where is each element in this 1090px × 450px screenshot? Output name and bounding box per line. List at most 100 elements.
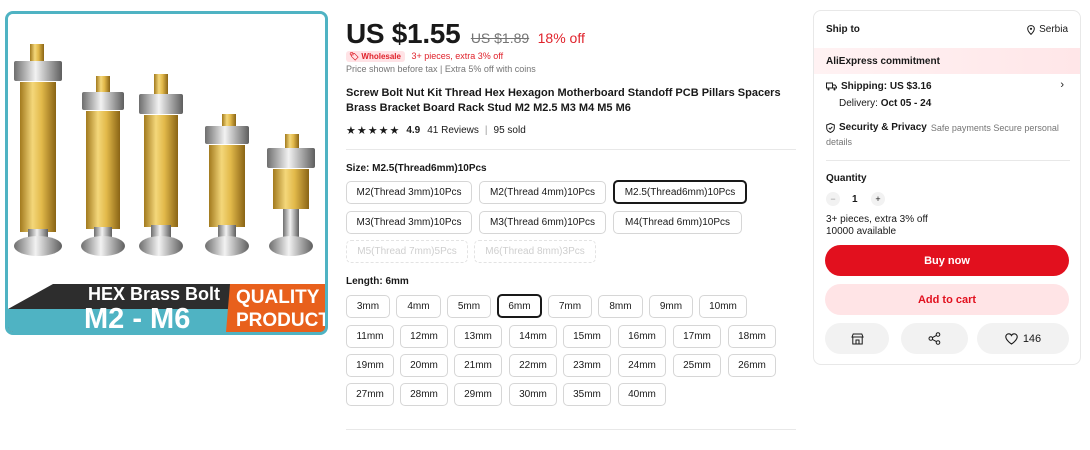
size-option[interactable]: M3(Thread 3mm)10Pcs: [346, 211, 472, 234]
length-option[interactable]: 30mm: [509, 383, 557, 406]
wishlist-count: 146: [1022, 332, 1042, 345]
length-option[interactable]: 17mm: [673, 325, 721, 348]
length-option[interactable]: 18mm: [728, 325, 776, 348]
length-option[interactable]: 22mm: [509, 354, 557, 377]
divider: [346, 149, 796, 150]
banner-line2: M2 - M6: [84, 303, 191, 335]
security-details: details: [826, 137, 853, 147]
purchase-panel: Ship to Serbia AliExpress commitment Shi…: [813, 10, 1081, 365]
tax-note: Price shown before tax | Extra 5% off wi…: [346, 64, 536, 74]
size-label: Size: M2.5(Thread6mm)10Pcs: [346, 163, 487, 174]
length-label: Length: 6mm: [346, 276, 409, 287]
length-option[interactable]: 12mm: [400, 325, 448, 348]
price-row: US $1.55 US $1.89 18% off: [346, 18, 585, 50]
length-option[interactable]: 16mm: [618, 325, 666, 348]
discount-percent: 18% off: [537, 30, 585, 46]
length-option[interactable]: 9mm: [649, 295, 693, 318]
banner-line1: HEX Brass Bolt: [88, 284, 221, 304]
length-option[interactable]: 4mm: [396, 295, 441, 318]
reviews-link[interactable]: 41 Reviews: [427, 125, 479, 136]
length-option[interactable]: 27mm: [346, 383, 394, 406]
size-option[interactable]: M3(Thread 6mm)10Pcs: [479, 211, 606, 234]
quantity-discount-note: 3+ pieces, extra 3% off: [826, 214, 928, 225]
rating-separator: |: [484, 125, 488, 136]
store-button[interactable]: [825, 323, 889, 354]
original-price: US $1.89: [470, 30, 530, 46]
ship-to-country[interactable]: Serbia: [1027, 24, 1068, 35]
length-option[interactable]: 8mm: [598, 295, 643, 318]
size-label-text: Size:: [346, 163, 370, 174]
truck-icon: [826, 82, 837, 91]
buy-now-button[interactable]: Buy now: [825, 245, 1069, 276]
delivery-label: Delivery:: [839, 98, 878, 109]
size-option[interactable]: M2(Thread 4mm)10Pcs: [479, 181, 606, 204]
length-option[interactable]: 21mm: [454, 354, 502, 377]
quantity-value[interactable]: 1: [852, 194, 858, 205]
length-option[interactable]: 24mm: [618, 354, 666, 377]
length-option[interactable]: 35mm: [563, 383, 611, 406]
quantity-label: Quantity: [826, 173, 867, 184]
size-option[interactable]: M2(Thread 3mm)10Pcs: [346, 181, 472, 204]
shipping-cost: Shipping: US $3.16: [841, 81, 932, 92]
product-title: Screw Bolt Nut Kit Thread Hex Hexagon Mo…: [346, 87, 781, 114]
star-icons: ★★★★★: [346, 125, 401, 137]
length-option[interactable]: 28mm: [400, 383, 448, 406]
wholesale-badge-label: Wholesale: [361, 52, 401, 61]
length-option[interactable]: 10mm: [699, 295, 747, 318]
size-option[interactable]: M4(Thread 6mm)10Pcs: [613, 211, 742, 234]
length-option[interactable]: 7mm: [548, 295, 592, 318]
location-pin-icon: [1027, 24, 1035, 35]
length-option[interactable]: 19mm: [346, 354, 394, 377]
length-option[interactable]: 20mm: [400, 354, 448, 377]
shipping-row[interactable]: Shipping: US $3.16: [826, 81, 932, 92]
wholesale-text: 3+ pieces, extra 3% off: [411, 51, 504, 61]
sold-count: 95 sold: [493, 125, 526, 136]
quantity-decrease-button[interactable]: −: [826, 192, 840, 206]
tag-icon: 🏷: [349, 52, 360, 61]
length-option[interactable]: 5mm: [447, 295, 491, 318]
quality-line2: PRODUCT: [236, 310, 328, 331]
quantity-available: 10000 available: [826, 226, 897, 237]
size-option-disabled[interactable]: M6(Thread 8mm)3Pcs: [474, 240, 596, 263]
store-icon: [850, 333, 864, 344]
length-option[interactable]: 15mm: [563, 325, 611, 348]
divider: [826, 160, 1070, 161]
size-option-selected[interactable]: M2.5(Thread6mm)10Pcs: [613, 180, 747, 204]
security-title: Security & Privacy: [839, 122, 927, 133]
ship-to-label: Ship to: [826, 24, 860, 35]
rating-row: ★★★★★ 4.9 41 Reviews | 95 sold: [346, 124, 526, 137]
product-image[interactable]: HEX Brass Bolt M2 - M6 QUALITY PRODUCT: [5, 11, 328, 335]
delivery-row: Delivery: Oct 05 - 24: [839, 98, 931, 109]
share-icon: [928, 332, 941, 345]
shield-icon: [826, 122, 835, 133]
current-price: US $1.55: [346, 18, 461, 49]
length-option[interactable]: 23mm: [563, 354, 611, 377]
length-option[interactable]: 3mm: [346, 295, 390, 318]
length-option[interactable]: 13mm: [454, 325, 502, 348]
quality-line1: QUALITY: [236, 287, 320, 308]
length-option[interactable]: 26mm: [728, 354, 776, 377]
divider: [346, 429, 796, 430]
chevron-right-icon[interactable]: ›: [1060, 79, 1064, 91]
wholesale-badge: 🏷 Wholesale: [346, 51, 405, 62]
length-option[interactable]: 25mm: [673, 354, 721, 377]
length-option[interactable]: 40mm: [618, 383, 666, 406]
security-row: Security & Privacy Safe payments Secure …: [826, 122, 1059, 133]
wishlist-button[interactable]: 146: [977, 323, 1069, 354]
delivery-dates: Oct 05 - 24: [880, 98, 932, 109]
wholesale-row: 🏷 Wholesale 3+ pieces, extra 3% off: [346, 51, 503, 62]
heart-icon: [1005, 332, 1018, 345]
length-label-text: Length:: [346, 276, 383, 287]
length-option[interactable]: 11mm: [346, 325, 394, 348]
security-subtitle: Safe payments Secure personal: [930, 122, 1059, 133]
aliexpress-commitment: AliExpress commitment: [814, 48, 1080, 74]
add-to-cart-button[interactable]: Add to cart: [825, 284, 1069, 315]
length-option[interactable]: 14mm: [509, 325, 557, 348]
length-option[interactable]: 29mm: [454, 383, 502, 406]
country-name: Serbia: [1039, 24, 1068, 35]
share-button[interactable]: [901, 323, 968, 354]
rating-value: 4.9: [406, 125, 421, 136]
quantity-increase-button[interactable]: +: [871, 192, 885, 206]
length-option-selected[interactable]: 6mm: [497, 294, 542, 318]
size-option-disabled[interactable]: M5(Thread 7mm)5Pcs: [346, 240, 468, 263]
